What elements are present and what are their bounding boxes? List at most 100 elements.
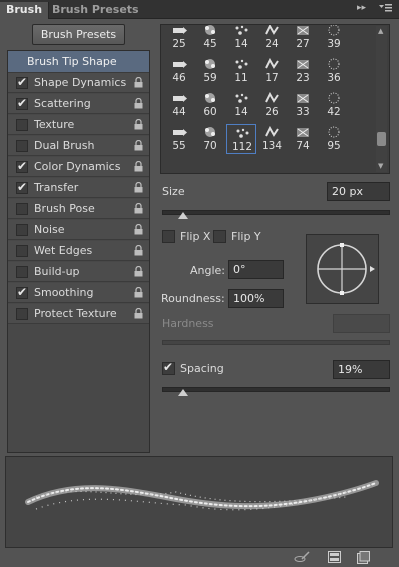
hardness-label: Hardness (162, 317, 214, 330)
option-shape-dynamics[interactable]: ✔ Shape Dynamics (8, 73, 149, 93)
brush-tip[interactable]: 23 (288, 56, 318, 86)
brush-tip[interactable]: 27 (288, 25, 318, 52)
scroll-down-icon[interactable]: ▼ (378, 162, 383, 170)
lock-icon[interactable] (134, 223, 143, 235)
brush-tip[interactable]: 134 (257, 124, 287, 154)
option-checkbox[interactable] (16, 308, 28, 320)
brush-tip[interactable]: 17 (257, 56, 287, 86)
flip-y-checkbox[interactable] (213, 230, 226, 243)
brush-tip[interactable]: 24 (257, 25, 287, 52)
spacing-slider-thumb[interactable] (177, 389, 188, 396)
option-label: Color Dynamics (34, 160, 121, 173)
brush-tip-size: 112 (231, 141, 253, 153)
brush-tip-size: 14 (234, 38, 248, 50)
brush-tip[interactable]: 95 (319, 124, 349, 154)
brush-tip[interactable]: 70 (195, 124, 225, 154)
spacing-field[interactable]: 19% (333, 360, 390, 379)
lock-icon[interactable] (134, 118, 143, 130)
option-scattering[interactable]: ✔ Scattering (8, 94, 149, 114)
option-checkbox[interactable]: ✔ (16, 285, 28, 299)
brush-tip-size: 59 (203, 72, 217, 84)
brush-tip[interactable]: 55 (164, 124, 194, 154)
brush-tip[interactable]: 36 (319, 56, 349, 86)
option-checkbox[interactable]: ✔ (16, 180, 28, 194)
option-brush-pose[interactable]: Brush Pose (8, 199, 149, 219)
lock-icon[interactable] (134, 139, 143, 151)
brush-tip-size: 11 (234, 72, 248, 84)
toggle-live-tip-icon[interactable] (294, 551, 310, 566)
lock-icon[interactable] (134, 286, 143, 298)
flip-x-label: Flip X (180, 230, 211, 243)
option-checkbox[interactable] (16, 266, 28, 278)
option-checkbox[interactable]: ✔ (16, 159, 28, 173)
brush-presets-button[interactable]: Brush Presets (32, 24, 125, 45)
brush-tip[interactable]: 45 (195, 25, 225, 52)
option-checkbox[interactable]: ✔ (16, 96, 28, 110)
option-protect-texture[interactable]: Protect Texture (8, 304, 149, 324)
option-checkbox[interactable] (16, 203, 28, 215)
option-noise[interactable]: Noise (8, 220, 149, 240)
panel-menu-icon[interactable] (379, 2, 393, 17)
option-dual-brush[interactable]: Dual Brush (8, 136, 149, 156)
lock-icon[interactable] (134, 97, 143, 109)
lock-icon[interactable] (134, 265, 143, 277)
option-texture[interactable]: Texture (8, 115, 149, 135)
brush-tip[interactable]: 44 (164, 90, 194, 120)
option-checkbox[interactable] (16, 140, 28, 152)
lock-icon[interactable] (134, 202, 143, 214)
option-wet-edges[interactable]: Wet Edges (8, 241, 149, 261)
option-checkbox[interactable] (16, 245, 28, 257)
scroll-up-icon[interactable]: ▲ (378, 27, 383, 35)
size-field[interactable]: 20 px (327, 182, 390, 201)
brush-tip-thumbnail-icon (264, 57, 280, 71)
brush-tip[interactable]: 46 (164, 56, 194, 86)
brush-tip[interactable]: 60 (195, 90, 225, 120)
brush-tip[interactable]: 42 (319, 90, 349, 120)
spacing-slider[interactable] (162, 387, 390, 392)
option-transfer[interactable]: ✔ Transfer (8, 178, 149, 198)
lock-icon[interactable] (134, 160, 143, 172)
brush-tip[interactable]: 26 (257, 90, 287, 120)
option-checkbox[interactable]: ✔ (16, 75, 28, 89)
brush-tip[interactable]: 14 (226, 90, 256, 120)
roundness-label: Roundness: (161, 292, 225, 305)
brush-tip-size: 27 (296, 38, 310, 50)
option-color-dynamics[interactable]: ✔ Color Dynamics (8, 157, 149, 177)
brush-tip[interactable]: 74 (288, 124, 318, 154)
flip-x-checkbox[interactable] (162, 230, 175, 243)
option-checkbox[interactable] (16, 119, 28, 131)
brush-tip[interactable]: 14 (226, 25, 256, 52)
lock-icon[interactable] (134, 76, 143, 88)
angle-roundness-widget[interactable] (306, 234, 379, 304)
option-checkbox[interactable] (16, 224, 28, 236)
brush-tip[interactable]: 33 (288, 90, 318, 120)
double-chevron-right-icon[interactable]: ▸▸ (357, 3, 366, 13)
angle-field[interactable]: 0° (228, 260, 284, 279)
size-slider-thumb[interactable] (177, 212, 188, 219)
brush-tip[interactable]: 25 (164, 25, 194, 52)
tips-scrollbar[interactable]: ▲ ▼ (376, 26, 387, 172)
brush-tip[interactable]: 11 (226, 56, 256, 86)
brush-tip-thumbnail-icon (295, 92, 311, 105)
size-slider[interactable] (162, 210, 390, 215)
option-build-up[interactable]: Build-up (8, 262, 149, 282)
option-label: Protect Texture (34, 307, 117, 320)
grid-icon[interactable] (328, 551, 341, 566)
lock-icon[interactable] (134, 244, 143, 256)
option-smoothing[interactable]: ✔ Smoothing (8, 283, 149, 303)
brush-tip[interactable]: 112 (226, 124, 256, 154)
brush-tip[interactable]: 59 (195, 56, 225, 86)
brush-tip[interactable]: 39 (319, 25, 349, 52)
tab-brush[interactable]: Brush (0, 2, 50, 19)
scroll-thumb[interactable] (377, 132, 386, 146)
tab-brush-presets[interactable]: Brush Presets (46, 2, 145, 19)
lock-icon[interactable] (134, 307, 143, 319)
brush-tip-size: 45 (203, 38, 217, 50)
roundness-field[interactable]: 100% (228, 289, 284, 308)
new-preset-icon[interactable] (357, 551, 370, 567)
option-brush-tip-shape[interactable]: Brush Tip Shape (8, 51, 149, 73)
lock-icon[interactable] (134, 181, 143, 193)
hardness-field (333, 314, 390, 333)
spacing-checkbox[interactable]: ✔ (162, 360, 175, 375)
brush-tip-size: 25 (172, 38, 186, 50)
